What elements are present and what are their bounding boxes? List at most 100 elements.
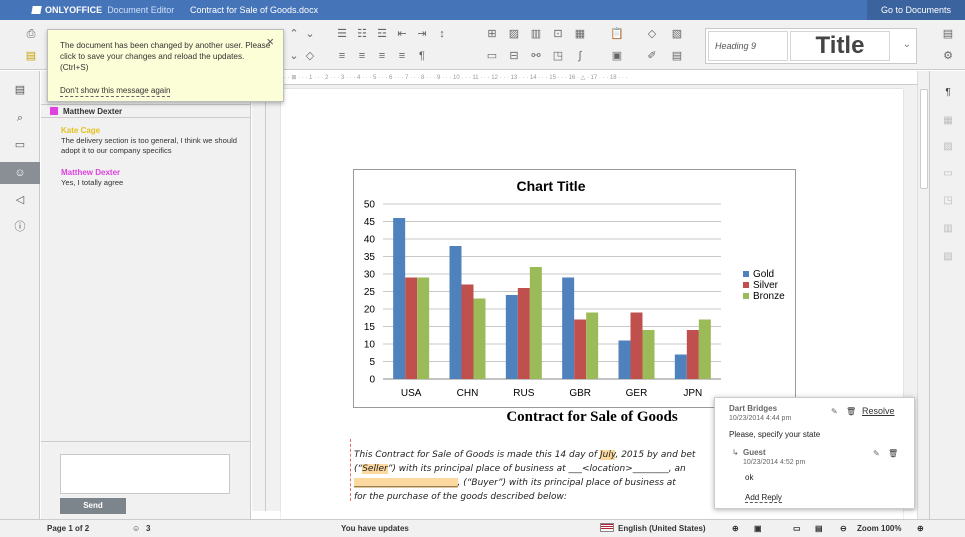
equation-icon[interactable]: ∫ <box>573 50 587 62</box>
insert-table-icon[interactable]: ⊞ <box>485 28 499 40</box>
comment-author: Matthew Dexter <box>61 168 121 177</box>
edit-icon[interactable]: ✎ <box>831 407 838 416</box>
feedback-icon[interactable]: ◁ <box>0 189 40 211</box>
zoom-out-icon[interactable]: ⊖ <box>840 524 847 533</box>
color-scheme-icon[interactable]: ▧ <box>670 28 684 40</box>
bar <box>586 312 599 379</box>
vertical-scrollbar[interactable] <box>917 71 929 519</box>
reply-date: 10/23/2014 4:52 pm <box>743 459 806 466</box>
shape-settings-icon[interactable]: ◳ <box>930 195 965 206</box>
edit-icon[interactable]: ✎ <box>873 449 880 458</box>
format-icon[interactable]: ▣ <box>610 50 624 62</box>
comment-input[interactable] <box>60 454 230 494</box>
undo-icon[interactable]: ⌃ <box>287 28 301 40</box>
reply-text: ok <box>745 473 754 482</box>
editor-window: ONLYOFFICE Document Editor Contract for … <box>0 0 965 537</box>
print-icon[interactable]: ⎙ <box>24 28 38 40</box>
users-count-icon[interactable]: ☺ <box>132 524 140 533</box>
paragraph-mark-icon[interactable]: ¶ <box>415 50 429 62</box>
page-indicator[interactable]: Page 1 of 2 <box>47 524 89 533</box>
comment-text: The delivery section is too general, I t… <box>61 136 238 155</box>
fit-page-icon[interactable]: ▭ <box>793 524 801 533</box>
comments-icon[interactable]: ▭ <box>0 134 40 156</box>
bar-chart[interactable]: Chart Title 0 5 10 15 20 25 30 35 40 45 50 USA CHN RU… <box>353 169 796 409</box>
horizontal-ruler[interactable]: · · 2 · · · 1 · · · ⊠ · · · 1 · · · 2 · … <box>252 71 917 85</box>
insert-textbox-icon[interactable]: ⊡ <box>551 28 565 40</box>
hyperlink-icon[interactable]: ⚯ <box>529 50 543 62</box>
style-title[interactable]: Title <box>790 31 890 61</box>
y-tick-label: 25 <box>364 287 376 298</box>
textart-settings-icon[interactable]: ▧ <box>930 251 965 262</box>
reply-author: Guest <box>743 448 766 457</box>
legend-swatch <box>743 271 749 277</box>
style-heading9[interactable]: Heading 9 <box>708 31 788 61</box>
resolve-link[interactable]: Resolve <box>862 406 895 416</box>
table-settings-icon[interactable]: ▦ <box>930 115 965 126</box>
bullets-icon[interactable]: ☰ <box>335 28 349 40</box>
notice-message: The document has been changed by another… <box>60 41 271 72</box>
columns-icon[interactable]: ▦ <box>573 28 587 40</box>
y-tick-label: 5 <box>369 357 375 368</box>
redo-icon[interactable]: ⌄ <box>303 28 317 40</box>
paragraph-settings-icon[interactable]: ¶ <box>930 87 965 98</box>
clear-icon[interactable]: ◇ <box>645 28 659 40</box>
page-size-icon[interactable]: ▭ <box>485 50 499 62</box>
save-icon[interactable]: ▤ <box>24 50 38 62</box>
zoom-in-icon[interactable]: ⊕ <box>917 524 924 533</box>
about-icon[interactable]: ⓘ <box>0 216 40 238</box>
copy-style-icon[interactable]: ✐ <box>645 50 659 62</box>
insert-image-icon[interactable]: ▨ <box>507 28 521 40</box>
add-reply-link[interactable]: Add Reply <box>745 493 782 503</box>
track-changes-icon[interactable]: ▣ <box>754 524 762 533</box>
numbering-icon[interactable]: ☷ <box>355 28 369 40</box>
chart-settings-icon[interactable]: ▥ <box>930 223 965 234</box>
language-selector[interactable]: English (United States) <box>618 524 706 533</box>
x-tick-label: CHN <box>457 388 479 399</box>
delete-icon[interactable]: 🗑 <box>888 449 898 458</box>
y-tick-label: 35 <box>364 252 376 263</box>
header-footer-icon[interactable]: ▭ <box>930 168 965 179</box>
file-icon[interactable]: ▤ <box>0 79 40 101</box>
fill-icon[interactable]: ◇ <box>303 50 317 62</box>
dont-show-again-link[interactable]: Don't show this message again <box>60 85 171 97</box>
globe-icon[interactable]: ⊕ <box>732 524 739 533</box>
comments-header: Matthew Dexter <box>41 104 251 118</box>
margins-icon[interactable]: ⊟ <box>507 50 521 62</box>
popup-author: Dart Bridges <box>729 404 778 413</box>
users-icon[interactable]: ☺ <box>0 162 40 184</box>
search-icon[interactable]: ⌕ <box>0 107 40 129</box>
document-paragraph-line: for the purchase of the goods described … <box>354 492 567 502</box>
highlight-icon[interactable]: ⌄ <box>287 50 301 62</box>
users-count[interactable]: 3 <box>146 524 150 533</box>
multilevel-icon[interactable]: ☲ <box>375 28 389 40</box>
align-right-icon[interactable]: ≡ <box>375 50 389 62</box>
settings-doc-icon[interactable]: ▤ <box>670 50 684 62</box>
go-to-documents-button[interactable]: Go to Documents <box>866 0 965 20</box>
justify-icon[interactable]: ≡ <box>395 50 409 62</box>
paste-icon[interactable]: 📋 <box>610 28 624 40</box>
popup-date: 10/23/2014 4:44 pm <box>729 415 792 422</box>
y-tick-label: 40 <box>364 235 376 246</box>
align-center-icon[interactable]: ≡ <box>355 50 369 62</box>
shape-icon[interactable]: ◳ <box>551 50 565 62</box>
bar <box>618 340 631 379</box>
chevron-down-icon[interactable]: ⌄ <box>903 39 911 50</box>
delete-icon[interactable]: 🗑 <box>846 407 856 416</box>
vertical-ruler[interactable] <box>252 85 266 511</box>
gear-icon[interactable]: ⚙ <box>941 50 955 62</box>
scrollbar-thumb[interactable] <box>920 89 928 189</box>
app-logo: ONLYOFFICE Document Editor <box>0 5 190 15</box>
insert-chart-icon[interactable]: ▥ <box>529 28 543 40</box>
send-button[interactable]: Send <box>60 498 126 514</box>
align-left-icon[interactable]: ≡ <box>335 50 349 62</box>
bar <box>473 298 486 379</box>
close-icon[interactable]: × <box>266 35 274 48</box>
document-paragraph-line: (“Seller”) with its principal place of b… <box>354 464 686 474</box>
bar <box>674 354 687 379</box>
image-settings-icon[interactable]: ▨ <box>930 141 965 152</box>
decrease-indent-icon[interactable]: ⇤ <box>395 28 409 40</box>
fit-width-icon[interactable]: ▤ <box>815 524 823 533</box>
line-spacing-icon[interactable]: ↕ <box>435 28 449 40</box>
increase-indent-icon[interactable]: ⇥ <box>415 28 429 40</box>
view-settings-icon[interactable]: ▤ <box>941 28 955 40</box>
